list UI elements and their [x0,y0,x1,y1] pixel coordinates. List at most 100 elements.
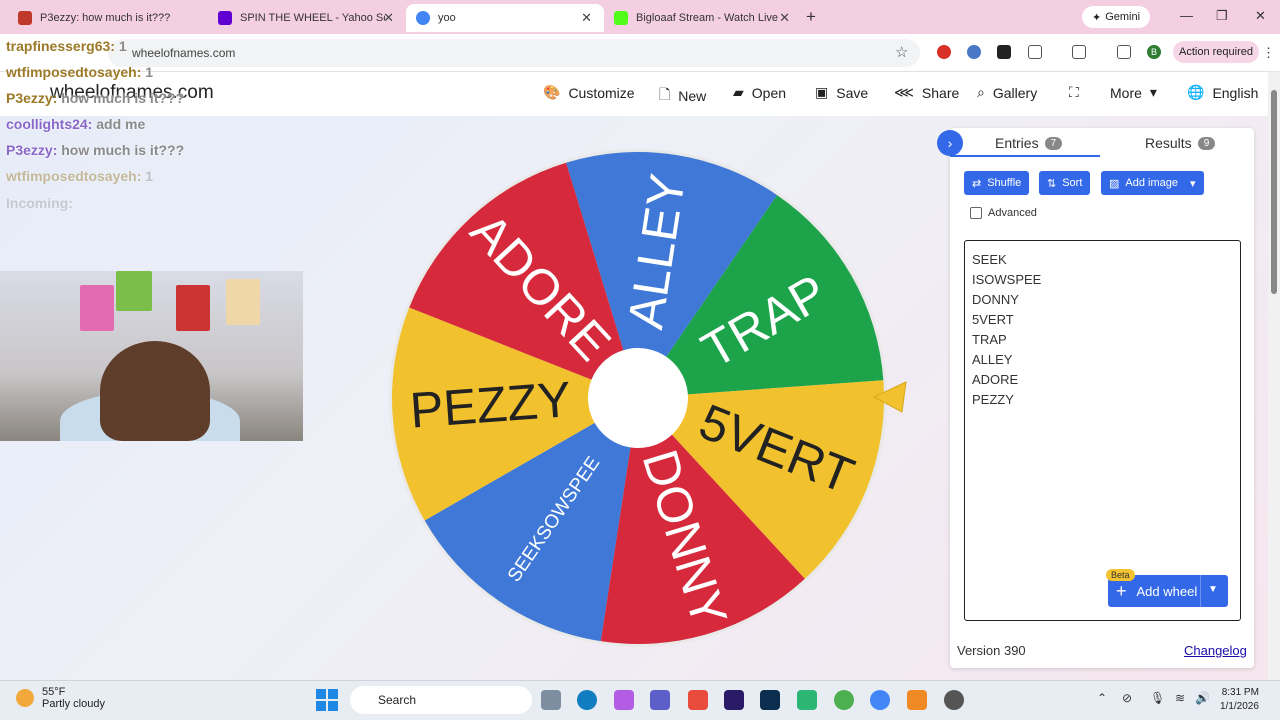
start-button[interactable] [316,689,338,711]
task-view-icon[interactable] [541,690,561,710]
entry-line[interactable]: SEEK [972,252,1007,267]
add-image-button[interactable]: ▨ Add image ▾ [1101,171,1204,195]
tab-results[interactable]: Results 9 [1145,135,1216,151]
gemini-button[interactable]: ✦ Gemini [1082,6,1150,28]
chat-message: 1 [145,64,154,80]
entry-line[interactable]: ISOWSPEE [972,272,1041,287]
shuffle-button[interactable]: ⇄ Shuffle [964,171,1030,195]
photoshop-icon[interactable] [760,690,780,710]
tab-title: yoo [438,12,456,24]
media-icon[interactable] [1117,45,1131,59]
nav-gallery[interactable]: ⌕ Gallery [977,84,1037,101]
chat-message: 1 [118,38,127,54]
mic-icon[interactable]: 🎙 [1150,691,1165,705]
nav-save[interactable]: ▣ Save [815,84,868,101]
entry-line[interactable]: 5VERT [972,312,1014,327]
teams-icon[interactable] [650,690,670,710]
nav-label: English [1212,84,1259,101]
bookmark-star-icon[interactable]: ☆ [895,43,908,61]
browser-tab-3[interactable]: yoo ✕ [406,4,604,32]
nav-language[interactable]: 🌐 English [1187,84,1258,101]
search-icon: ⌕ [977,84,985,100]
collapse-panel-button[interactable]: › [937,130,963,156]
system-clock[interactable]: 8:31 PM 1/1/2026 [1220,686,1259,714]
scrollbar-thumb[interactable] [1271,90,1277,294]
app-icon[interactable] [907,690,927,710]
chevron-down-icon: ▾ [1149,84,1157,100]
extension-icon[interactable] [937,45,951,59]
entry-line[interactable]: ADORE [972,372,1018,387]
nav-open[interactable]: ▰ Open [733,84,786,101]
save-icon: ▣ [815,84,829,100]
entry-line[interactable]: PEZZY [972,392,1014,407]
wheel-svg[interactable]: ALLEYTRAP5VERTDONNYSEEKSOWSPEEPEZZYADORE [388,148,888,648]
poster [80,285,114,331]
nav-share[interactable]: ⋘ Share [894,84,959,101]
tab-title: SPIN THE WHEEL - Yahoo Search [240,12,385,24]
entries-count-badge: 7 [1044,136,1063,150]
spin-wheel[interactable]: ALLEY TRAP 5VERT DONNY SEEKSOWSPEE PEZZY ADORE [388,148,888,648]
sort-button[interactable]: ⇅ Sort [1039,171,1091,195]
advanced-label: Advanced [988,207,1037,219]
chrome-icon[interactable] [834,690,854,710]
entry-line[interactable]: ALLEY [972,352,1012,367]
nav-fullscreen[interactable]: ⛶ [1069,84,1079,101]
tab-favicon [416,11,430,25]
weather-widget[interactable]: 55°F Partly cloudy [16,686,105,710]
share-icon: ⋘ [894,84,914,100]
menu-icon[interactable]: ⋮ [1262,45,1275,61]
extension-icon[interactable] [967,45,981,59]
close-icon[interactable]: ✕ [581,10,592,26]
app-icon[interactable] [688,690,708,710]
close-window-icon[interactable]: ✕ [1255,8,1266,24]
browser-tab-4[interactable]: Bigloaaf Stream - Watch Live on ✕ [604,4,802,32]
entry-line[interactable]: DONNY [972,292,1019,307]
advanced-toggle[interactable]: Advanced [970,207,1037,219]
nav-label: Customize [568,84,635,101]
url-input[interactable]: wheelofnames.com [108,39,920,67]
new-tab-button[interactable]: + [806,7,816,27]
obs-icon[interactable] [944,690,964,710]
profile-avatar[interactable]: B [1147,45,1161,59]
tab-results-label: Results [1145,135,1192,151]
minimize-icon[interactable]: — [1180,8,1193,23]
tab-search-icon[interactable] [1072,45,1086,59]
chat-message: how much is it??? [61,142,185,158]
chat-user: coollights24: [6,116,93,132]
tab-entries[interactable]: Entries 7 [995,135,1063,151]
browser-tab-1[interactable]: P3ezzy: how much is it??? [8,4,208,32]
clock-date: 1/1/2026 [1220,701,1259,712]
nav-more[interactable]: More ▾ [1110,84,1157,101]
volume-icon[interactable]: 🔊 [1195,691,1210,705]
maximize-icon[interactable]: ❐ [1216,8,1228,24]
close-icon[interactable]: ✕ [383,10,394,26]
nav-customize[interactable]: 🎨 Customize [543,84,635,101]
nav-new[interactable]: 🗋 New [659,84,706,108]
browser-tab-2[interactable]: SPIN THE WHEEL - Yahoo Search ✕ [208,4,406,32]
chevron-down-icon[interactable]: ▼ [1208,584,1218,595]
tab-title: P3ezzy: how much is it??? [40,12,171,24]
edge-icon[interactable] [577,690,597,710]
tray-chevron-icon[interactable]: ⌃ [1097,691,1107,705]
taskbar-search[interactable]: Search [350,686,532,714]
extension-icon[interactable] [997,45,1011,59]
copilot-icon[interactable] [614,690,634,710]
network-off-icon[interactable]: ⊘ [1122,691,1132,705]
app-icon[interactable] [797,690,817,710]
poster [226,279,260,325]
chat-message: how much is it??? [61,90,185,106]
add-wheel-label: Add wheel [1136,583,1198,599]
puzzle-icon[interactable] [1028,45,1042,59]
action-required-button[interactable]: Action required [1173,41,1259,63]
entry-line[interactable]: TRAP [972,332,1007,347]
close-icon[interactable]: ✕ [779,10,790,26]
advanced-checkbox[interactable] [970,207,982,219]
changelog-link[interactable]: Changelog [1184,643,1247,658]
wheel-center[interactable] [588,348,688,448]
chrome-icon[interactable] [870,690,890,710]
chat-line: wtfimposedtosayeh: 1 [6,64,153,80]
weather-text: 55°F Partly cloudy [42,686,105,710]
nav-label: More [1110,84,1142,101]
premiere-icon[interactable] [724,690,744,710]
wifi-icon[interactable]: ≋ [1175,691,1185,705]
